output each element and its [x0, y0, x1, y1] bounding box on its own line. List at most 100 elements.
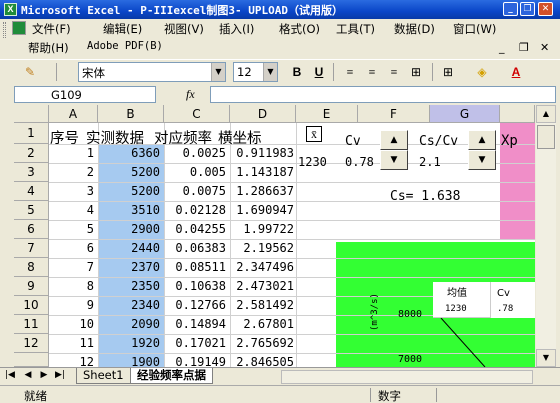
row-header[interactable]: 5	[14, 201, 49, 220]
cell-axis[interactable]: 2.19562	[230, 239, 296, 258]
scroll-up-button[interactable]: ▲	[536, 105, 556, 123]
cell-frequency[interactable]: 0.12766	[164, 296, 228, 315]
cv-spin-down-button[interactable]: ▼	[380, 150, 408, 170]
close-button[interactable]: ✕	[538, 2, 553, 16]
menu-edit[interactable]: 编辑(E)	[103, 21, 142, 37]
cell-seq[interactable]: 10	[49, 315, 96, 334]
column-header[interactable]: C	[164, 105, 230, 123]
chevron-down-icon[interactable]: ▼	[263, 63, 277, 81]
row-header[interactable]: 8	[14, 258, 49, 277]
row-header[interactable]: 4	[14, 182, 49, 201]
bold-button[interactable]: B	[287, 63, 307, 82]
column-header[interactable]: D	[230, 105, 296, 123]
tab-sheet1[interactable]: Sheet1	[76, 368, 131, 384]
first-sheet-icon[interactable]: |◀	[4, 370, 16, 380]
cell-measured[interactable]: 2900	[98, 220, 162, 239]
cell-axis[interactable]: 1.143187	[230, 163, 296, 182]
excel-app-icon[interactable]: X	[4, 3, 17, 16]
prev-sheet-icon[interactable]: ◀	[22, 370, 34, 380]
cell-seq[interactable]: 5	[49, 220, 96, 239]
menu-help[interactable]: 帮助(H)	[28, 40, 69, 56]
cell-seq[interactable]: 4	[49, 201, 96, 220]
cell-frequency[interactable]: 0.19149	[164, 353, 228, 367]
cell-frequency[interactable]: 0.04255	[164, 220, 228, 239]
cell-axis[interactable]: 2.765692	[230, 334, 296, 353]
menu-view[interactable]: 视图(V)	[164, 21, 204, 37]
cell-seq[interactable]: 12	[49, 353, 96, 367]
last-sheet-icon[interactable]: ▶|	[54, 370, 66, 380]
column-header[interactable]: F	[358, 105, 430, 123]
cell-frequency[interactable]: 0.08511	[164, 258, 228, 277]
menu-grip-handle[interactable]	[3, 22, 6, 38]
fill-color-icon[interactable]: ◈	[472, 63, 492, 82]
cell-measured[interactable]: 1900	[98, 353, 162, 367]
chart-plot-area[interactable]	[433, 318, 535, 367]
align-center-icon[interactable]: ≡	[362, 63, 382, 82]
cell-seq[interactable]: 7	[49, 258, 96, 277]
menu-file[interactable]: 文件(F)	[32, 21, 71, 37]
cell-axis[interactable]: 2.67801	[230, 315, 296, 334]
menu-tools[interactable]: 工具(T)	[336, 21, 375, 37]
cell-frequency[interactable]: 0.10638	[164, 277, 228, 296]
cell-axis[interactable]: 2.581492	[230, 296, 296, 315]
cell-frequency[interactable]: 0.14894	[164, 315, 228, 334]
cell-measured[interactable]: 2440	[98, 239, 162, 258]
row-header[interactable]: 11	[14, 315, 49, 334]
row-header[interactable]: 2	[14, 144, 49, 163]
font-color-icon[interactable]: A	[506, 63, 526, 82]
cell-measured[interactable]: 5200	[98, 182, 162, 201]
cell-seq[interactable]: 8	[49, 277, 96, 296]
format-painter-icon[interactable]: ✎	[20, 63, 40, 82]
cell-frequency[interactable]: 0.02128	[164, 201, 228, 220]
scroll-down-button[interactable]: ▼	[536, 349, 556, 367]
row-header[interactable]: 6	[14, 220, 49, 239]
doc-close-button[interactable]: ✕	[540, 41, 549, 54]
cscv-spin-down-button[interactable]: ▼	[468, 150, 496, 170]
minimize-button[interactable]: _	[503, 2, 518, 16]
cell-seq[interactable]: 1	[49, 144, 96, 163]
column-header[interactable]: G	[430, 105, 500, 123]
align-left-icon[interactable]: ≡	[340, 63, 360, 82]
column-header[interactable]: B	[98, 105, 164, 123]
vertical-scrollbar[interactable]: ▲ ▼	[536, 105, 556, 367]
borders-icon[interactable]: ⊞	[438, 63, 458, 82]
cell-seq[interactable]: 3	[49, 182, 96, 201]
doc-restore-button[interactable]: ❐	[519, 41, 529, 54]
cell-seq[interactable]: 2	[49, 163, 96, 182]
horizontal-scrollbar[interactable]	[281, 370, 533, 384]
cell-measured[interactable]: 1920	[98, 334, 162, 353]
cscv-spin-up-button[interactable]: ▲	[468, 130, 496, 150]
underline-button[interactable]: U	[309, 63, 329, 82]
cell-frequency[interactable]: 0.0075	[164, 182, 228, 201]
cell-axis[interactable]: 1.99722	[230, 220, 296, 239]
row-header[interactable]: 10	[14, 296, 49, 315]
row-header[interactable]: 1	[14, 123, 49, 144]
cell-axis[interactable]: 1.690947	[230, 201, 296, 220]
cell-measured[interactable]: 2340	[98, 296, 162, 315]
cell-measured[interactable]: 2370	[98, 258, 162, 277]
menu-insert[interactable]: 插入(I)	[219, 21, 254, 37]
cell-seq[interactable]: 11	[49, 334, 96, 353]
cell-axis[interactable]: 2.846505	[230, 353, 296, 367]
cell-frequency[interactable]: 0.0025	[164, 144, 228, 163]
row-header[interactable]: 7	[14, 239, 49, 258]
menu-adobe-pdf[interactable]: Adobe PDF(B)	[87, 40, 163, 52]
cell-measured[interactable]: 2090	[98, 315, 162, 334]
cell-measured[interactable]: 3510	[98, 201, 162, 220]
row-header[interactable]: 12	[14, 334, 49, 353]
next-sheet-icon[interactable]: ▶	[38, 370, 50, 380]
column-header[interactable]: A	[49, 105, 98, 123]
cell-axis[interactable]: 2.473021	[230, 277, 296, 296]
cell-seq[interactable]: 6	[49, 239, 96, 258]
cell-frequency[interactable]: 0.17021	[164, 334, 228, 353]
align-right-icon[interactable]: ≡	[384, 63, 404, 82]
cell-measured[interactable]: 5200	[98, 163, 162, 182]
cv-spin-up-button[interactable]: ▲	[380, 130, 408, 150]
column-header[interactable]: E	[296, 105, 358, 123]
cell-seq[interactable]: 9	[49, 296, 96, 315]
scroll-thumb[interactable]	[537, 125, 555, 149]
select-all-corner[interactable]	[14, 105, 49, 123]
row-header[interactable]	[14, 353, 49, 367]
cell-axis[interactable]: 2.347496	[230, 258, 296, 277]
doc-minimize-button[interactable]: _	[499, 41, 505, 54]
